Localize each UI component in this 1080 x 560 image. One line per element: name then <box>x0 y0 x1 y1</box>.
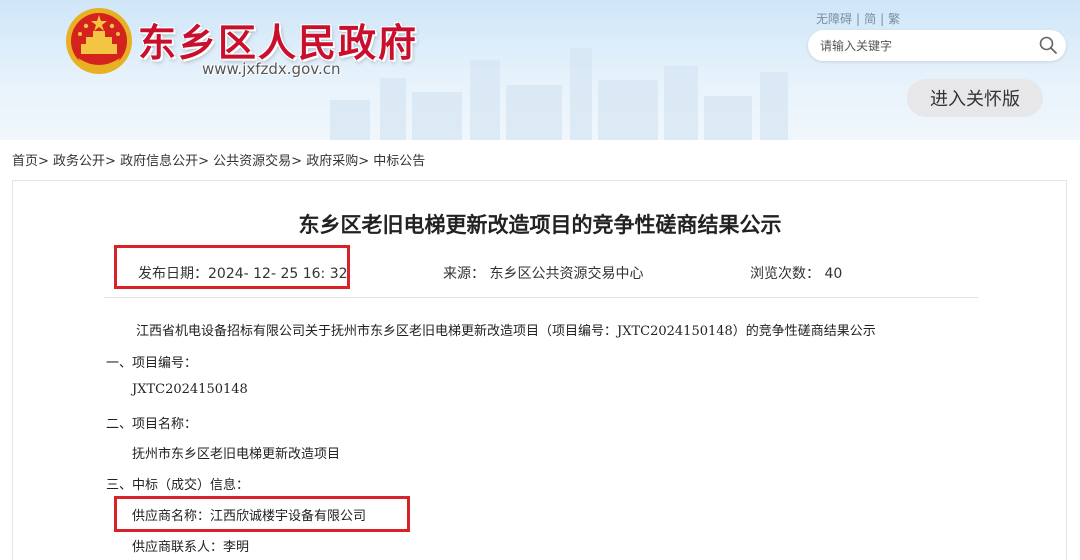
traditional-chinese-link[interactable]: 繁 <box>888 10 900 27</box>
accessibility-link[interactable]: 无障碍 <box>816 10 852 27</box>
breadcrumb-government-procurement[interactable]: 政府采购> <box>306 150 369 169</box>
care-mode-button[interactable]: 进入关怀版 <box>907 79 1043 117</box>
supplier-contact: 供应商联系人：李明 <box>132 540 250 555</box>
breadcrumb-home[interactable]: 首页> <box>12 150 49 169</box>
breadcrumb-info-disclosure[interactable]: 政府信息公开> <box>120 150 209 169</box>
divider: | <box>880 12 885 26</box>
article-source: 来源： 东乡区公共资源交易中心 <box>443 266 644 282</box>
search-box <box>808 30 1066 61</box>
section-heading-project-name: 二、项目名称： <box>106 417 198 432</box>
search-input[interactable] <box>820 36 1030 56</box>
site-url[interactable]: www.jxfzdx.gov.cn <box>202 60 341 78</box>
breadcrumb-public-resource-trading[interactable]: 公共资源交易> <box>213 150 302 169</box>
breadcrumb-government-affairs[interactable]: 政务公开> <box>53 150 116 169</box>
project-name-value: 抚州市东乡区老旧电梯更新改造项目 <box>132 447 341 462</box>
breadcrumb-bid-announcement[interactable]: 中标公告 <box>373 150 425 169</box>
search-icon[interactable] <box>1038 35 1058 55</box>
top-links: 无障碍 | 简 | 繁 <box>816 10 900 27</box>
view-count: 浏览次数： 40 <box>750 266 843 282</box>
article-title: 东乡区老旧电梯更新改造项目的竞争性磋商结果公示 <box>298 213 782 237</box>
divider: | <box>856 12 861 26</box>
header-banner: 东乡区人民政府 www.jxfzdx.gov.cn 无障碍|简|繁 进入关怀版 <box>0 0 1080 140</box>
meta-divider <box>104 297 978 298</box>
date-highlight-box <box>114 245 350 289</box>
project-number-value: JXTC2024150148 <box>132 382 248 397</box>
section-heading-project-number: 一、项目编号： <box>106 356 198 371</box>
national-emblem-icon <box>66 8 132 74</box>
article-intro: 江西省机电设备招标有限公司关于抚州市东乡区老旧电梯更新改造项目（项目编号：JXT… <box>136 324 876 339</box>
breadcrumb: 首页> 政务公开> 政府信息公开> 公共资源交易> 政府采购> 中标公告 <box>12 150 425 169</box>
site-title[interactable]: 东乡区人民政府 <box>138 12 418 67</box>
section-heading-award-info: 三、中标（成交）信息： <box>106 478 250 493</box>
supplier-highlight-box <box>114 496 410 532</box>
simplified-chinese-link[interactable]: 简 <box>864 10 876 27</box>
